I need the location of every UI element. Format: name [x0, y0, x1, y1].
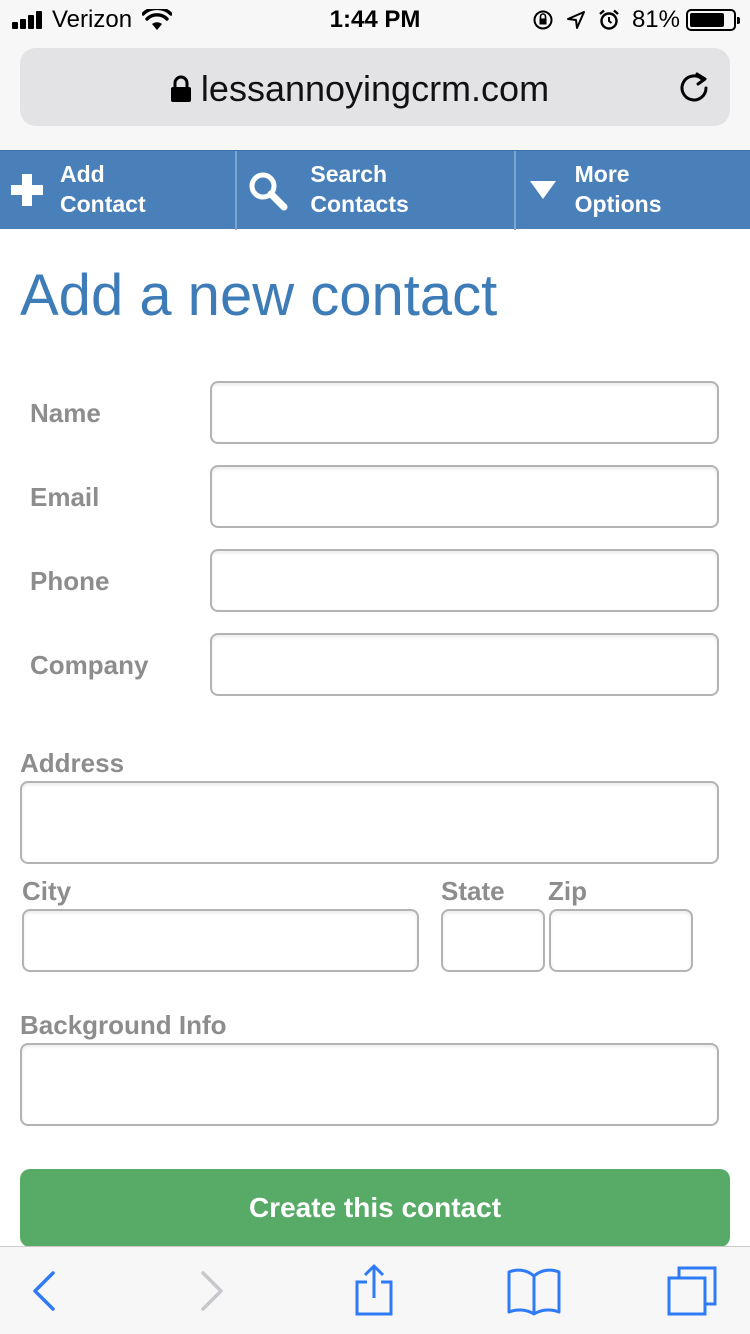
bookmarks-button[interactable]: [504, 1261, 564, 1321]
nav-add-contact[interactable]: Add Contact: [0, 151, 235, 230]
search-icon: [249, 172, 288, 211]
nav-more-label: More Options: [575, 159, 662, 219]
url-text[interactable]: lessannoyingcrm.com: [20, 68, 730, 110]
address-label: Address: [20, 748, 125, 778]
name-label: Name: [30, 398, 101, 428]
zip-label: Zip: [548, 876, 587, 906]
background-info-input[interactable]: [20, 1043, 719, 1126]
battery-cap: [737, 17, 740, 24]
nav-search-line2: Contacts: [310, 191, 409, 217]
share-button[interactable]: [344, 1261, 404, 1321]
address-bar[interactable]: lessannoyingcrm.com: [20, 48, 730, 126]
reload-icon[interactable]: [676, 70, 712, 106]
forward-button[interactable]: [182, 1261, 242, 1321]
status-right: 81%: [520, 6, 740, 34]
nav-more-line2: Options: [574, 191, 662, 217]
state-label: State: [441, 876, 505, 906]
alarm-icon: [599, 9, 619, 30]
create-contact-button[interactable]: Create this contact: [20, 1169, 730, 1247]
address-input[interactable]: [20, 781, 719, 864]
tabs-icon: [667, 1266, 717, 1316]
city-input[interactable]: [22, 909, 419, 972]
share-icon: [355, 1264, 393, 1316]
back-icon: [33, 1271, 55, 1311]
browser-chrome: lessannoyingcrm.com: [0, 40, 750, 150]
state-input[interactable]: [441, 909, 545, 972]
name-input[interactable]: [210, 381, 719, 444]
email-input[interactable]: [210, 465, 719, 528]
background-info-label: Background Info: [20, 1010, 227, 1040]
phone-label: Phone: [30, 566, 110, 596]
nav-search-line1: Search: [310, 161, 388, 187]
zip-input[interactable]: [549, 909, 693, 972]
company-input[interactable]: [210, 633, 719, 696]
status-bar: Verizon 1:44 PM 81%: [0, 0, 750, 40]
location-icon: [566, 11, 585, 29]
email-label: Email: [30, 482, 100, 512]
nav-more-options[interactable]: More Options: [516, 151, 750, 230]
battery-fill: [690, 13, 725, 27]
nav-search-contacts[interactable]: Search Contacts: [237, 151, 513, 230]
nav-add-line2: Contact: [60, 191, 146, 217]
tabs-button[interactable]: [662, 1261, 722, 1321]
nav-add-line1: Add: [60, 161, 105, 187]
page-title: Add a new contact: [20, 263, 498, 328]
battery-icon: [686, 9, 740, 31]
phone-input[interactable]: [210, 549, 719, 612]
app-nav: Add Contact Search Contacts More Options: [0, 150, 750, 230]
dropdown-triangle-icon: [529, 181, 556, 199]
city-label: City: [22, 876, 72, 906]
bookmarks-icon: [507, 1268, 561, 1316]
forward-icon: [201, 1271, 223, 1311]
nav-add-contact-label: Add Contact: [60, 159, 146, 219]
battery-percent: 81%: [631, 6, 680, 33]
back-button[interactable]: [14, 1261, 74, 1321]
nav-search-label: Search Contacts: [310, 159, 408, 219]
nav-more-line1: More: [574, 161, 630, 187]
orientation-lock-icon: [533, 10, 553, 30]
company-label: Company: [30, 650, 149, 680]
browser-toolbar: [0, 1246, 750, 1334]
plus-icon: [11, 174, 43, 206]
